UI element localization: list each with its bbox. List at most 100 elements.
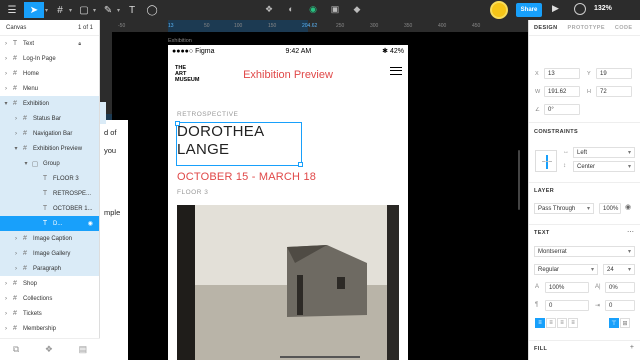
pages-icon[interactable]: ▤ [79, 344, 88, 355]
shape-tool-icon[interactable]: ▢ [76, 2, 92, 18]
chevron-down-icon[interactable]: ▾ [22, 160, 30, 167]
lock-icon[interactable]: 🔒︎ [78, 41, 81, 47]
chevron-right-icon[interactable]: › [12, 251, 20, 257]
chevron-down-icon[interactable]: ▾ [45, 7, 48, 14]
vertical-constraint-select[interactable]: Center [573, 161, 635, 172]
layer-row[interactable]: › # Image Gallery [0, 246, 99, 261]
boolean-icon[interactable]: ◉ [306, 2, 320, 16]
chevron-right-icon[interactable]: › [12, 236, 20, 242]
layer-row[interactable]: T FLOOR 3 [0, 171, 99, 186]
align-middle-icon[interactable]: ⊞ [620, 318, 630, 328]
chevron-right-icon[interactable]: › [12, 131, 20, 137]
layer-row[interactable]: ▾ # Exhibition Preview [0, 141, 99, 156]
mask-icon[interactable]: ◐ [284, 2, 298, 16]
pen-tool-icon[interactable]: ✎ [100, 2, 116, 18]
canvas[interactable]: -50 13 50 100 150 204.62 250 300 350 400… [100, 20, 528, 360]
chevron-right-icon[interactable]: › [2, 311, 10, 317]
paragraph-spacing-field[interactable]: 0 [545, 300, 589, 311]
flatten-icon[interactable]: ◆ [350, 2, 364, 16]
font-size-select[interactable]: 24 [603, 264, 635, 275]
frame-label[interactable]: Exhibition [168, 38, 192, 44]
y-field[interactable]: 19 [596, 68, 632, 79]
chevron-right-icon[interactable]: › [2, 56, 10, 62]
layer-row[interactable]: ▾ # Exhibition [0, 96, 99, 111]
more-options-icon[interactable]: ⋯ [627, 228, 634, 236]
retrospective-label[interactable]: RETROSPECTIVE [177, 111, 238, 118]
move-tool-icon[interactable]: ➤ [24, 2, 44, 18]
selection-box[interactable] [175, 121, 303, 167]
layer-row[interactable]: T RETROSPE... [0, 186, 99, 201]
chevron-right-icon[interactable]: › [2, 296, 10, 302]
layer-row[interactable]: › # Status Bar [0, 111, 99, 126]
align-left-icon[interactable]: ≡ [535, 318, 545, 328]
paragraph-indent-field[interactable]: 0 [605, 300, 635, 311]
exhibition-dates[interactable]: OCTOBER 15 - MARCH 18 [177, 171, 316, 183]
chevron-right-icon[interactable]: › [2, 326, 10, 332]
letter-spacing-field[interactable]: 0% [605, 282, 635, 293]
layer-row[interactable]: › # Menu [0, 81, 99, 96]
font-family-select[interactable]: Montserrat [534, 246, 635, 257]
layers-icon[interactable]: ⧉ [13, 344, 19, 355]
layer-row[interactable]: › # Membership [0, 321, 99, 336]
tab-code[interactable]: CODE [610, 25, 638, 31]
chevron-right-icon[interactable]: › [2, 86, 10, 92]
chevron-right-icon[interactable]: › [12, 266, 20, 272]
horizontal-constraint-select[interactable]: Left [573, 147, 635, 158]
zoom-level[interactable]: 132% [594, 5, 612, 12]
x-field[interactable]: 13 [544, 68, 580, 79]
frame-tool-icon[interactable]: # [52, 2, 68, 18]
chevron-right-icon[interactable]: › [2, 71, 10, 77]
component-icon[interactable]: ❖ [262, 2, 276, 16]
rotation-field[interactable]: 0° [544, 104, 580, 115]
tab-design[interactable]: DESIGN [529, 25, 563, 31]
exhibition-photo[interactable] [177, 205, 399, 360]
layer-row[interactable]: › # Log-In Page [0, 51, 99, 66]
layer-row[interactable]: › # Navigation Bar [0, 126, 99, 141]
exhibition-frame[interactable]: ●●●●○ Figma 9:42 AM ✱ 42% THE ART MUSEUM… [168, 45, 408, 360]
union-icon[interactable]: ▣ [328, 2, 342, 16]
play-icon[interactable]: ▶ [552, 3, 559, 14]
eye-icon[interactable] [574, 3, 586, 15]
chevron-down-icon[interactable]: ▾ [69, 7, 72, 14]
align-right-icon[interactable]: ≡ [557, 318, 567, 328]
layer-row[interactable]: › # Image Caption [0, 231, 99, 246]
font-weight-select[interactable]: Regular [534, 264, 598, 275]
constraints-widget[interactable] [535, 150, 557, 172]
chevron-right-icon[interactable]: › [2, 281, 10, 287]
eye-icon[interactable]: ◉ [88, 220, 93, 227]
components-icon[interactable]: ❖ [45, 344, 53, 355]
align-center-icon[interactable]: ≡ [546, 318, 556, 328]
canvas-scrollbar[interactable] [518, 150, 520, 210]
text-tool-icon[interactable]: T [124, 2, 140, 18]
blend-mode-select[interactable]: Pass Through [534, 203, 594, 214]
layer-row[interactable]: T OCTOBER 1... [0, 201, 99, 216]
add-fill-icon[interactable]: + [630, 344, 634, 351]
chevron-right-icon[interactable]: › [2, 41, 10, 47]
layer-row[interactable]: › # Paragraph [0, 261, 99, 276]
hamburger-icon[interactable] [390, 67, 402, 75]
chevron-right-icon[interactable]: › [12, 116, 20, 122]
share-button[interactable]: Share [516, 3, 542, 17]
layer-row[interactable]: › # Shop [0, 276, 99, 291]
menu-icon[interactable]: ☰ [4, 2, 20, 18]
comment-tool-icon[interactable]: ◯ [144, 2, 160, 18]
layer-row[interactable]: › T Text 🔒︎ [0, 36, 99, 51]
w-field[interactable]: 191.62 [544, 86, 580, 97]
eye-icon[interactable]: ◉ [625, 203, 631, 211]
align-top-icon[interactable]: ⊤ [609, 318, 619, 328]
layer-row[interactable]: T D... ◉ [0, 216, 99, 231]
chevron-down-icon[interactable]: ▾ [12, 145, 20, 152]
opacity-field[interactable]: 100% [599, 203, 621, 214]
chevron-down-icon[interactable]: ▾ [93, 7, 96, 14]
line-height-field[interactable]: 100% [545, 282, 589, 293]
canvas-label[interactable]: Canvas [6, 25, 26, 31]
h-field[interactable]: 72 [596, 86, 632, 97]
avatar[interactable] [490, 1, 508, 19]
chevron-down-icon[interactable]: ▾ [117, 7, 120, 14]
layer-row[interactable]: › # Tickets [0, 306, 99, 321]
layer-row[interactable]: ▾ ▢ Group [0, 156, 99, 171]
tab-prototype[interactable]: PROTOTYPE [563, 25, 610, 31]
floor-label[interactable]: FLOOR 3 [177, 189, 208, 196]
layer-row[interactable]: › # Collections [0, 291, 99, 306]
chevron-down-icon[interactable]: ▾ [2, 100, 10, 107]
